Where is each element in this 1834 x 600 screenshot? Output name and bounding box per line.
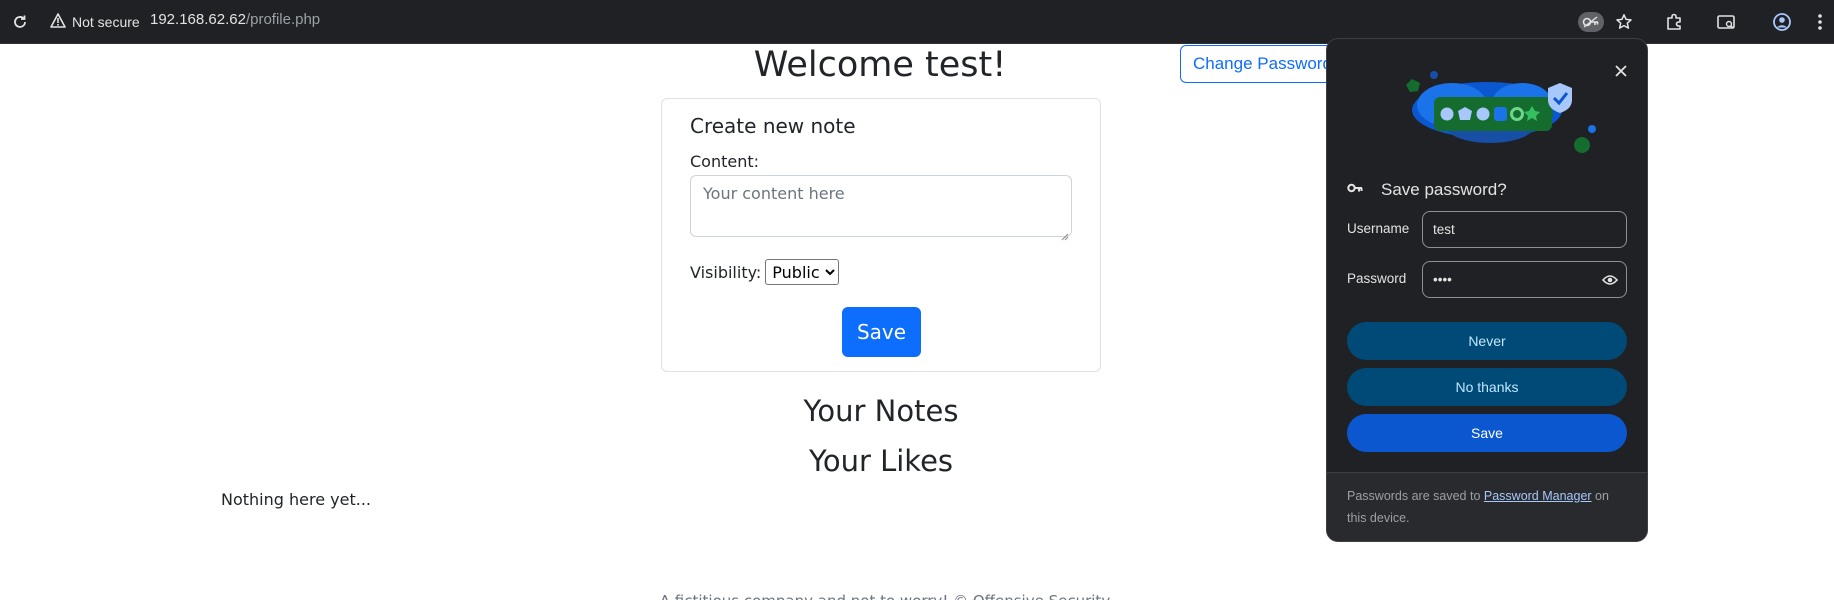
content-label: Content: [690, 152, 760, 171]
reload-icon[interactable] [8, 10, 32, 34]
save-password-bubble: Save password? Username Password Never N… [1326, 38, 1648, 542]
password-key-icon[interactable] [1577, 8, 1605, 36]
security-label: Not secure [72, 14, 140, 30]
page-title: Welcome test! [753, 45, 1007, 85]
notes-heading: Your Notes [803, 394, 959, 428]
never-button[interactable]: Never [1347, 322, 1627, 360]
menu-icon[interactable] [1806, 8, 1834, 36]
url-path: /profile.php [245, 11, 321, 28]
warning-icon [50, 12, 66, 32]
bubble-title: Save password? [1381, 180, 1507, 199]
key-icon [1347, 181, 1363, 199]
extensions-icon[interactable] [1660, 8, 1688, 36]
address-bar[interactable]: 192.168.62.62/profile.php [150, 11, 320, 28]
empty-likes-text: Nothing here yet... [221, 490, 371, 509]
cast-icon[interactable] [1712, 8, 1740, 36]
change-password-button[interactable]: Change Password [1180, 45, 1345, 83]
bookmark-star-icon[interactable] [1610, 8, 1638, 36]
resize-grip-icon[interactable] [1061, 226, 1069, 241]
password-manager-link[interactable]: Password Manager [1484, 489, 1592, 503]
password-label: Password [1347, 271, 1407, 286]
password-illustration [1406, 71, 1596, 153]
show-password-eye-icon[interactable] [1599, 269, 1621, 291]
likes-heading: Your Likes [808, 444, 954, 478]
password-field[interactable] [1422, 261, 1627, 298]
username-field[interactable] [1422, 211, 1627, 248]
create-note-card: Create new note Content: Visibility: Pub… [661, 98, 1101, 372]
card-title: Create new note [690, 114, 856, 138]
security-chip[interactable]: Not secure [44, 9, 148, 35]
url-host: 192.168.62.62 [150, 11, 246, 28]
close-icon[interactable] [1607, 57, 1635, 85]
visibility-select[interactable]: Public [765, 259, 840, 285]
bubble-title-row: Save password? [1347, 180, 1507, 200]
visibility-row: Visibility: Public [690, 259, 840, 285]
save-password-button[interactable]: Save [1347, 414, 1627, 452]
no-thanks-button[interactable]: No thanks [1347, 368, 1627, 406]
footer-prefix: Passwords are saved to [1347, 489, 1484, 503]
page-footer: A fictitious company and not to worry! ©… [655, 592, 1115, 600]
profile-icon[interactable] [1768, 8, 1796, 36]
username-label: Username [1347, 221, 1410, 236]
content-textarea[interactable] [690, 175, 1072, 237]
bubble-footer: Passwords are saved to Password Manager … [1327, 472, 1647, 541]
visibility-label: Visibility: [690, 262, 762, 282]
save-note-button[interactable]: Save [842, 307, 921, 357]
